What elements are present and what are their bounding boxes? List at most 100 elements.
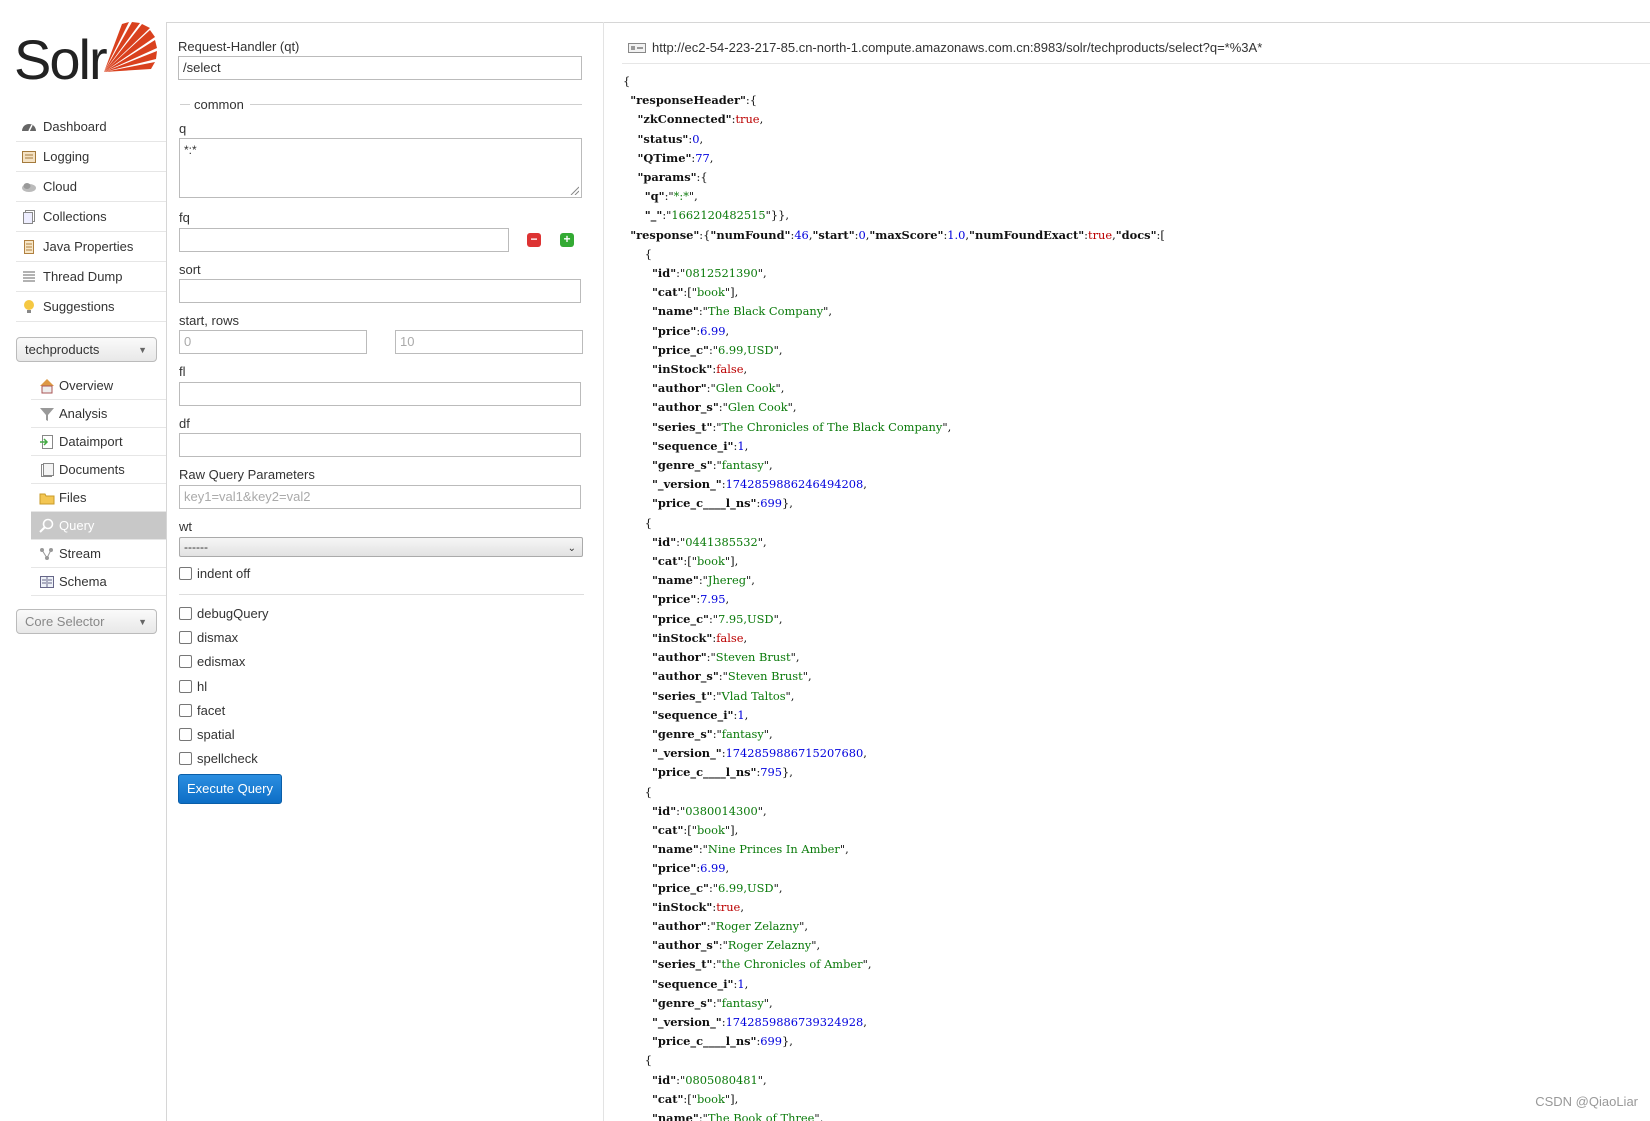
core-menu-item-stream[interactable]: Stream <box>31 540 166 568</box>
dismax-checkbox[interactable] <box>179 631 192 645</box>
json-key: "cat" <box>651 1091 684 1106</box>
json-line: "cat":["book"], <box>651 554 739 569</box>
json-key: "id" <box>651 534 677 549</box>
option-spatial[interactable]: spatial <box>179 727 235 742</box>
json-value: 46 <box>794 227 809 242</box>
request-handler-input[interactable]: /select <box>178 56 582 80</box>
nav-item-cloud[interactable]: Cloud <box>16 172 166 202</box>
response-url-link[interactable]: http://ec2-54-223-217-85.cn-north-1.comp… <box>652 40 1262 55</box>
core-menu-item-documents[interactable]: Documents <box>31 456 166 484</box>
option-facet[interactable]: facet <box>179 703 225 718</box>
core-menu-item-label: Query <box>59 518 95 533</box>
q-textarea[interactable]: *:* <box>179 138 582 198</box>
sort-input[interactable] <box>179 279 581 303</box>
json-key: "_" <box>644 208 663 223</box>
json-value: The Book of Three <box>707 1110 815 1121</box>
json-key: "_version_" <box>651 1014 722 1029</box>
option-spellcheck[interactable]: spellcheck <box>179 751 258 766</box>
solr-logo[interactable]: Solr <box>14 18 157 90</box>
json-key: "numFoundExact" <box>969 227 1085 242</box>
json-value: 0441385532 <box>685 534 758 549</box>
facet-checkbox[interactable] <box>179 703 192 717</box>
sidebar-divider <box>166 22 167 1121</box>
json-value: Roger Zelazny <box>715 918 800 933</box>
option-edismax[interactable]: edismax <box>179 654 245 669</box>
json-line: "price_c____l_ns":699}, <box>651 496 793 511</box>
remove-fq-button[interactable]: − <box>527 233 541 247</box>
core-selector-dropdown[interactable]: Core Selector ▼ <box>16 609 157 634</box>
json-line: "zkConnected":true, <box>637 112 764 127</box>
nav-item-suggestions[interactable]: Suggestions <box>16 292 166 322</box>
filter-icon <box>39 406 55 422</box>
json-key: "id" <box>651 266 677 281</box>
json-line: "price":7.95, <box>651 592 730 607</box>
json-key: "responseHeader" <box>630 93 746 108</box>
json-key: "status" <box>637 131 689 146</box>
execute-query-button[interactable]: Execute Query <box>178 774 282 804</box>
hl-checkbox[interactable] <box>179 679 192 693</box>
nav-item-dashboard[interactable]: Dashboard <box>16 112 166 142</box>
dataimport-icon <box>39 434 55 450</box>
json-value: 6.99 <box>700 323 726 338</box>
json-line: "genre_s":"fantasy", <box>651 995 773 1010</box>
json-line: "params":{ <box>637 170 708 185</box>
fq-input[interactable] <box>179 228 509 252</box>
raw-params-input[interactable]: key1=val1&key2=val2 <box>179 485 581 509</box>
json-key: "docs" <box>1115 227 1157 242</box>
indent-off-checkbox[interactable] <box>179 567 192 580</box>
json-key: "cat" <box>651 285 684 300</box>
json-line: "cat":["book"], <box>651 1091 739 1106</box>
json-value: fantasy <box>721 995 764 1010</box>
fl-input[interactable] <box>179 382 581 406</box>
json-line: "price_c____l_ns":699}, <box>651 1034 793 1049</box>
json-key: "name" <box>651 573 699 588</box>
debugquery-checkbox[interactable] <box>179 607 192 620</box>
json-line: "status":0, <box>637 131 704 146</box>
core-menu-item-analysis[interactable]: Analysis <box>31 400 166 428</box>
resize-grip-icon[interactable] <box>569 185 579 195</box>
json-value: 1742859886715207680 <box>725 746 864 761</box>
option-dismax[interactable]: dismax <box>179 630 238 645</box>
spellcheck-label: spellcheck <box>197 751 258 767</box>
core-menu-item-schema[interactable]: Schema <box>31 568 166 596</box>
json-key: "genre_s" <box>651 995 713 1010</box>
json-line: "price_c":"6.99,USD", <box>651 342 783 357</box>
rows-input[interactable]: 10 <box>395 330 583 354</box>
indent-off-option[interactable]: indent off <box>179 566 250 581</box>
json-value: 7.95 <box>700 592 726 607</box>
core-menu-item-dataimport[interactable]: Dataimport <box>31 428 166 456</box>
dashboard-icon <box>21 119 37 135</box>
core-menu-item-overview[interactable]: Overview <box>31 372 166 400</box>
nav-item-thread-dump[interactable]: Thread Dump <box>16 262 166 292</box>
nav-item-label: Cloud <box>43 179 77 194</box>
json-value: the Chronicles of Amber <box>721 957 863 972</box>
edismax-checkbox[interactable] <box>179 655 192 669</box>
core-menu-item-query[interactable]: Query <box>31 512 166 540</box>
nav-item-collections[interactable]: Collections <box>16 202 166 232</box>
nav-item-java-properties[interactable]: Java Properties <box>16 232 166 262</box>
edismax-label: edismax <box>197 654 246 670</box>
spatial-checkbox[interactable] <box>179 728 192 741</box>
option-debugquery[interactable]: debugQuery <box>179 606 269 621</box>
core-menu-item-files[interactable]: Files <box>31 484 166 512</box>
spellcheck-checkbox[interactable] <box>179 752 192 766</box>
json-key: "series_t" <box>651 957 713 972</box>
json-key: "series_t" <box>651 688 713 703</box>
indent-off-label: indent off <box>197 566 251 581</box>
add-fq-button[interactable]: + <box>560 233 574 247</box>
wt-select[interactable]: ------ ⌄ <box>179 537 583 557</box>
core-menu-item-label: Stream <box>59 546 101 561</box>
nav-item-logging[interactable]: Logging <box>16 142 166 172</box>
core-dropdown[interactable]: techproducts ▼ <box>16 337 157 362</box>
json-value: 699 <box>760 496 783 511</box>
json-key: "price" <box>651 592 697 607</box>
option-hl[interactable]: hl <box>179 679 207 694</box>
json-value: 699 <box>760 1034 783 1049</box>
schema-icon <box>39 574 55 590</box>
json-line: "cat":["book"], <box>651 285 739 300</box>
json-value: 1.0 <box>947 227 966 242</box>
json-key: "zkConnected" <box>637 112 732 127</box>
json-value: 1742859886246494208 <box>725 477 864 492</box>
df-input[interactable] <box>179 433 581 457</box>
start-input[interactable]: 0 <box>179 330 367 354</box>
